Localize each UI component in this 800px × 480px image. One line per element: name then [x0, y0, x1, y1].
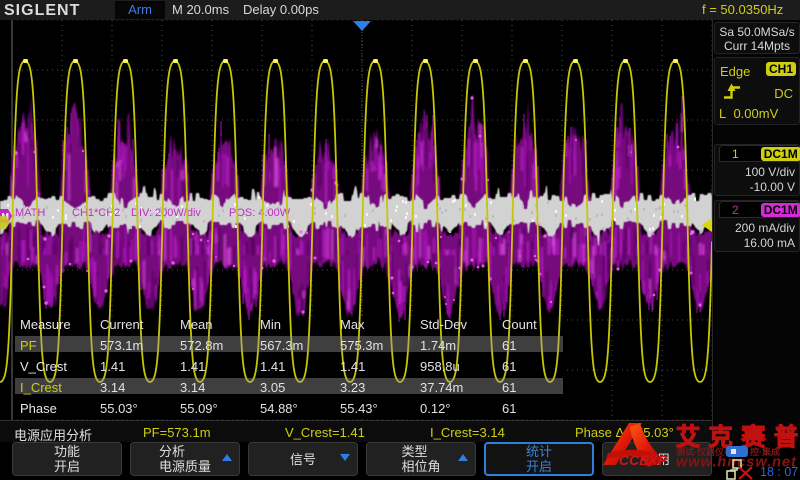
svg-text:CCEXP: CCEXP: [619, 452, 668, 468]
svg-text:MATH: MATH: [15, 207, 45, 219]
svg-text:DIV: 200W/div: DIV: 200W/div: [131, 207, 201, 219]
